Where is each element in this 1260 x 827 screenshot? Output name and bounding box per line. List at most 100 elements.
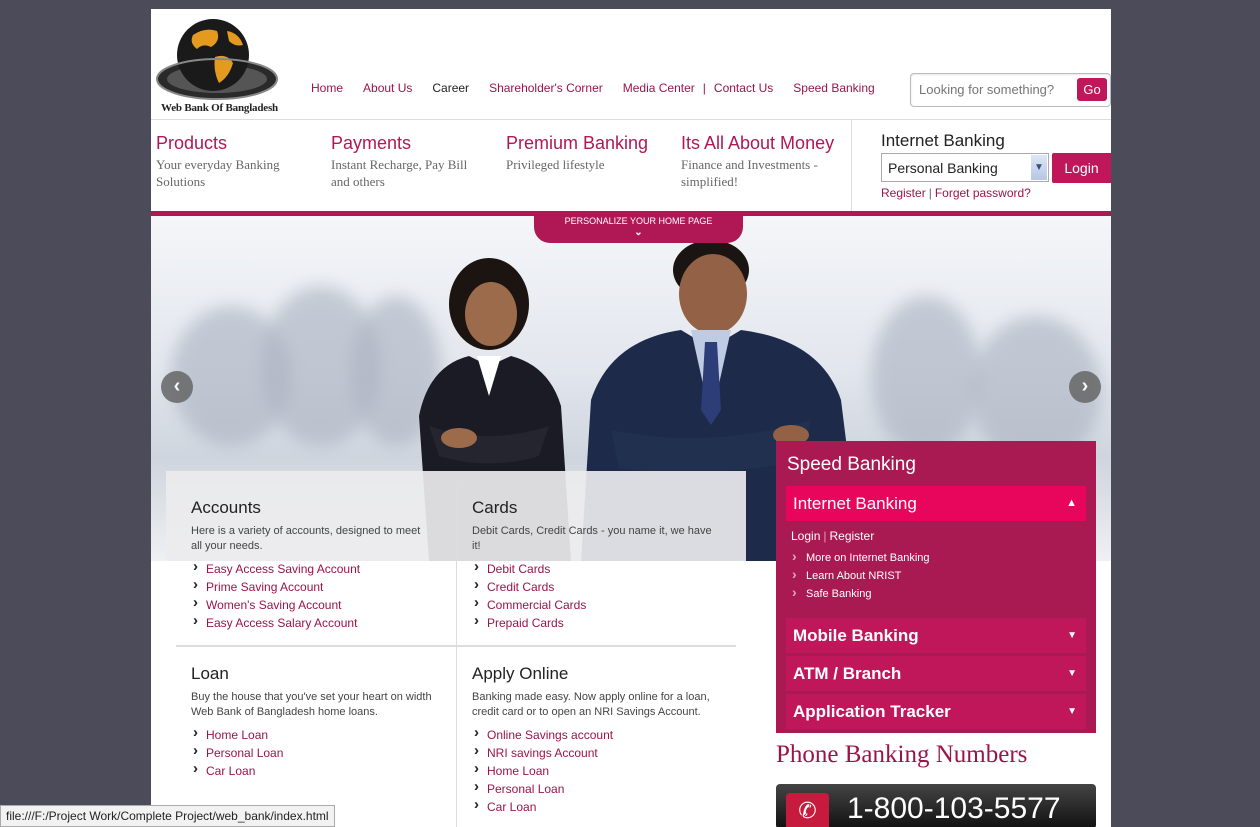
search-go-button[interactable]: Go xyxy=(1077,78,1107,101)
feature-payments[interactable]: Payments Instant Recharge, Pay Bill and … xyxy=(331,133,486,190)
chevron-down-icon: ▼ xyxy=(1031,155,1047,180)
feature-premium-banking[interactable]: Premium Banking Privileged lifestyle xyxy=(506,133,671,173)
link-item[interactable]: Car Loan xyxy=(472,796,717,816)
nav-career[interactable]: Career xyxy=(432,81,469,95)
accordion-label: Mobile Banking xyxy=(793,626,919,645)
logo-text: Web Bank Of Bangladesh xyxy=(161,102,278,114)
feature-desc: Instant Recharge, Pay Bill and others xyxy=(331,157,468,189)
top-navigation: Home About Us Career Shareholder's Corne… xyxy=(311,81,895,95)
speed-login-register: Login | Register xyxy=(791,529,874,543)
internet-banking-login-button[interactable]: Login xyxy=(1052,153,1111,183)
speed-login-link[interactable]: Login xyxy=(791,529,820,543)
speed-banking-title: Speed Banking xyxy=(787,454,916,475)
link-item[interactable]: Home Loan xyxy=(191,724,441,744)
row-divider xyxy=(176,645,736,647)
chevron-down-icon: ▼ xyxy=(1067,706,1077,717)
accordion-label: ATM / Branch xyxy=(793,664,902,683)
personalize-label: PERSONALIZE YOUR HOME PAGE xyxy=(564,216,713,226)
link-item[interactable]: Online Savings account xyxy=(472,724,717,744)
section-desc: Debit Cards, Credit Cards - you name it,… xyxy=(472,525,712,552)
chevron-down-icon: ▼ xyxy=(1067,630,1077,641)
nav-separator: | xyxy=(702,81,706,95)
accounts-section: Accounts Here is a variety of accounts, … xyxy=(191,498,431,632)
search-box: Go xyxy=(910,73,1111,107)
nav-about-us[interactable]: About Us xyxy=(363,81,412,95)
apply-online-section: Apply Online Banking made easy. Now appl… xyxy=(472,664,717,816)
browser-status-bar: file:///F:/Project Work/Complete Project… xyxy=(0,805,335,827)
feature-title: Payments xyxy=(331,133,412,153)
personalize-home-tab[interactable]: PERSONALIZE YOUR HOME PAGE ⌄ xyxy=(534,213,743,243)
chevron-up-icon: ▲ xyxy=(1066,497,1077,509)
column-divider xyxy=(456,483,457,645)
separator: | xyxy=(823,529,827,543)
nav-speed-banking[interactable]: Speed Banking xyxy=(793,81,874,95)
page: Web Bank Of Bangladesh Home About Us Car… xyxy=(151,9,1111,827)
globe-logo-icon xyxy=(156,19,278,100)
section-title: Apply Online xyxy=(472,664,569,683)
accordion-application-tracker[interactable]: Application Tracker ▼ xyxy=(786,694,1086,729)
feature-desc: Finance and Investments - simplified! xyxy=(681,157,818,189)
speed-link[interactable]: More on Internet Banking xyxy=(791,547,930,567)
speed-register-link[interactable]: Register xyxy=(830,529,875,543)
link-item[interactable]: Easy Access Saving Account xyxy=(191,558,431,578)
feature-products[interactable]: Products Your everyday Banking Solutions xyxy=(156,133,321,190)
nav-contact-us[interactable]: Contact Us xyxy=(714,81,773,95)
phone-number: 1-800-103-5577 xyxy=(847,792,1061,825)
speed-banking-panel: Speed Banking Internet Banking ▲ Login | R… xyxy=(776,441,1096,733)
search-input[interactable] xyxy=(917,81,1071,98)
feature-title: Its All About Money xyxy=(681,133,835,153)
select-value: Personal Banking xyxy=(888,160,998,176)
register-link[interactable]: Register xyxy=(881,186,926,200)
link-item[interactable]: Credit Cards xyxy=(472,576,722,596)
header-divider xyxy=(151,119,1111,120)
loan-section: Loan Buy the house that you've set your … xyxy=(191,664,441,780)
cards-section: Cards Debit Cards, Credit Cards - you na… xyxy=(472,498,722,632)
section-title: Loan xyxy=(191,664,229,683)
speed-link[interactable]: Safe Banking xyxy=(791,583,930,603)
link-item[interactable]: Debit Cards xyxy=(472,558,722,578)
section-desc: Buy the house that you've set your heart… xyxy=(191,691,432,718)
slider-prev-button[interactable]: ‹ xyxy=(161,371,193,403)
nav-shareholders-corner[interactable]: Shareholder's Corner xyxy=(489,81,603,95)
section-title: Cards xyxy=(472,498,518,517)
internet-banking-title: Internet Banking xyxy=(881,131,1005,150)
link-item[interactable]: Car Loan xyxy=(191,760,441,780)
separator: | xyxy=(928,186,932,200)
accordion-internet-banking[interactable]: Internet Banking ▲ xyxy=(786,486,1086,521)
link-item[interactable]: Prepaid Cards xyxy=(472,612,722,632)
link-item[interactable]: Easy Access Salary Account xyxy=(191,612,431,632)
phone-number-box: ✆ 1-800-103-5577 xyxy=(776,784,1096,827)
nav-home[interactable]: Home xyxy=(311,81,343,95)
forget-password-link[interactable]: Forget password? xyxy=(935,186,1031,200)
link-item[interactable]: Personal Loan xyxy=(191,742,441,762)
link-item[interactable]: NRI savings Account xyxy=(472,742,717,762)
section-desc: Here is a variety of accounts, designed … xyxy=(191,525,421,552)
link-item[interactable]: Prime Saving Account xyxy=(191,576,431,596)
nav-media-center[interactable]: Media Center xyxy=(623,81,695,95)
chevron-down-icon: ⌄ xyxy=(634,227,643,238)
accordion-atm-branch[interactable]: ATM / Branch ▼ xyxy=(786,656,1086,691)
banking-type-select[interactable]: Personal Banking ▼ xyxy=(881,153,1049,182)
divider xyxy=(851,120,852,211)
speed-link[interactable]: Learn About NRIST xyxy=(791,565,930,585)
chevron-down-icon: ▼ xyxy=(1067,668,1077,679)
feature-title: Premium Banking xyxy=(506,133,649,153)
bank-logo[interactable]: Web Bank Of Bangladesh xyxy=(155,13,279,115)
section-title: Accounts xyxy=(191,498,261,517)
phone-banking-title: Phone Banking Numbers xyxy=(776,741,1028,768)
feature-all-about-money[interactable]: Its All About Money Finance and Investme… xyxy=(681,133,841,190)
column-divider xyxy=(456,647,457,827)
link-item[interactable]: Home Loan xyxy=(472,760,717,780)
phone-icon: ✆ xyxy=(786,793,829,827)
link-item[interactable]: Women's Saving Account xyxy=(191,594,431,614)
accordion-label: Application Tracker xyxy=(793,702,951,721)
internet-banking-links: Register | Forget password? xyxy=(881,186,1031,200)
accordion-label: Internet Banking xyxy=(793,494,917,513)
section-desc: Banking made easy. Now apply online for … xyxy=(472,691,710,718)
slider-next-button[interactable]: › xyxy=(1069,371,1101,403)
feature-title: Products xyxy=(156,133,228,153)
link-item[interactable]: Personal Loan xyxy=(472,778,717,798)
accordion-mobile-banking[interactable]: Mobile Banking ▼ xyxy=(786,618,1086,653)
speed-links: More on Internet Banking Learn About NRI… xyxy=(791,547,930,603)
link-item[interactable]: Commercial Cards xyxy=(472,594,722,614)
